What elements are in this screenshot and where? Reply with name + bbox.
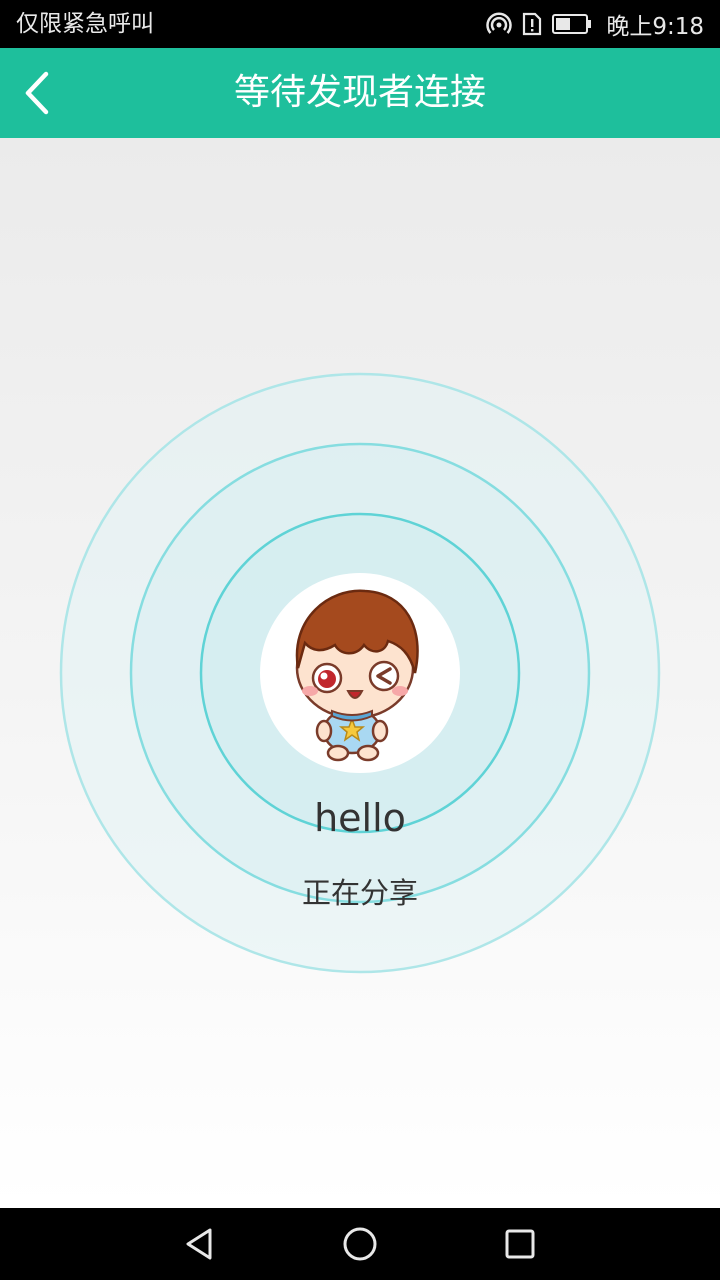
nav-home-button[interactable] (336, 1220, 384, 1268)
app-bar: 等待发现者连接 (0, 48, 720, 138)
user-name: hello (314, 796, 406, 840)
back-button[interactable] (8, 63, 68, 123)
share-status: 正在分享 (301, 876, 418, 910)
hotspot-icon (486, 11, 513, 37)
recents-square-icon (505, 1229, 535, 1259)
home-circle-icon (343, 1227, 377, 1261)
avatar (260, 573, 460, 773)
back-triangle-icon (186, 1228, 212, 1260)
sim-alert-icon (522, 11, 542, 37)
system-nav-bar (0, 1208, 720, 1280)
status-time: 晚上9:18 (606, 14, 704, 40)
status-icons: 晚上9:18 (486, 0, 704, 48)
battery-icon (552, 13, 592, 35)
main-content: hello 正在分享 (0, 138, 720, 1208)
cartoon-boy-avatar (295, 589, 419, 762)
nav-back-button[interactable] (176, 1220, 224, 1268)
page-title: 等待发现者连接 (233, 72, 486, 113)
status-bar: 仅限紧急呼叫 晚上9:18 (0, 0, 720, 48)
chevron-left-icon (25, 71, 49, 115)
nav-recents-button[interactable] (496, 1220, 544, 1268)
carrier-text: 仅限紧急呼叫 (16, 11, 154, 37)
